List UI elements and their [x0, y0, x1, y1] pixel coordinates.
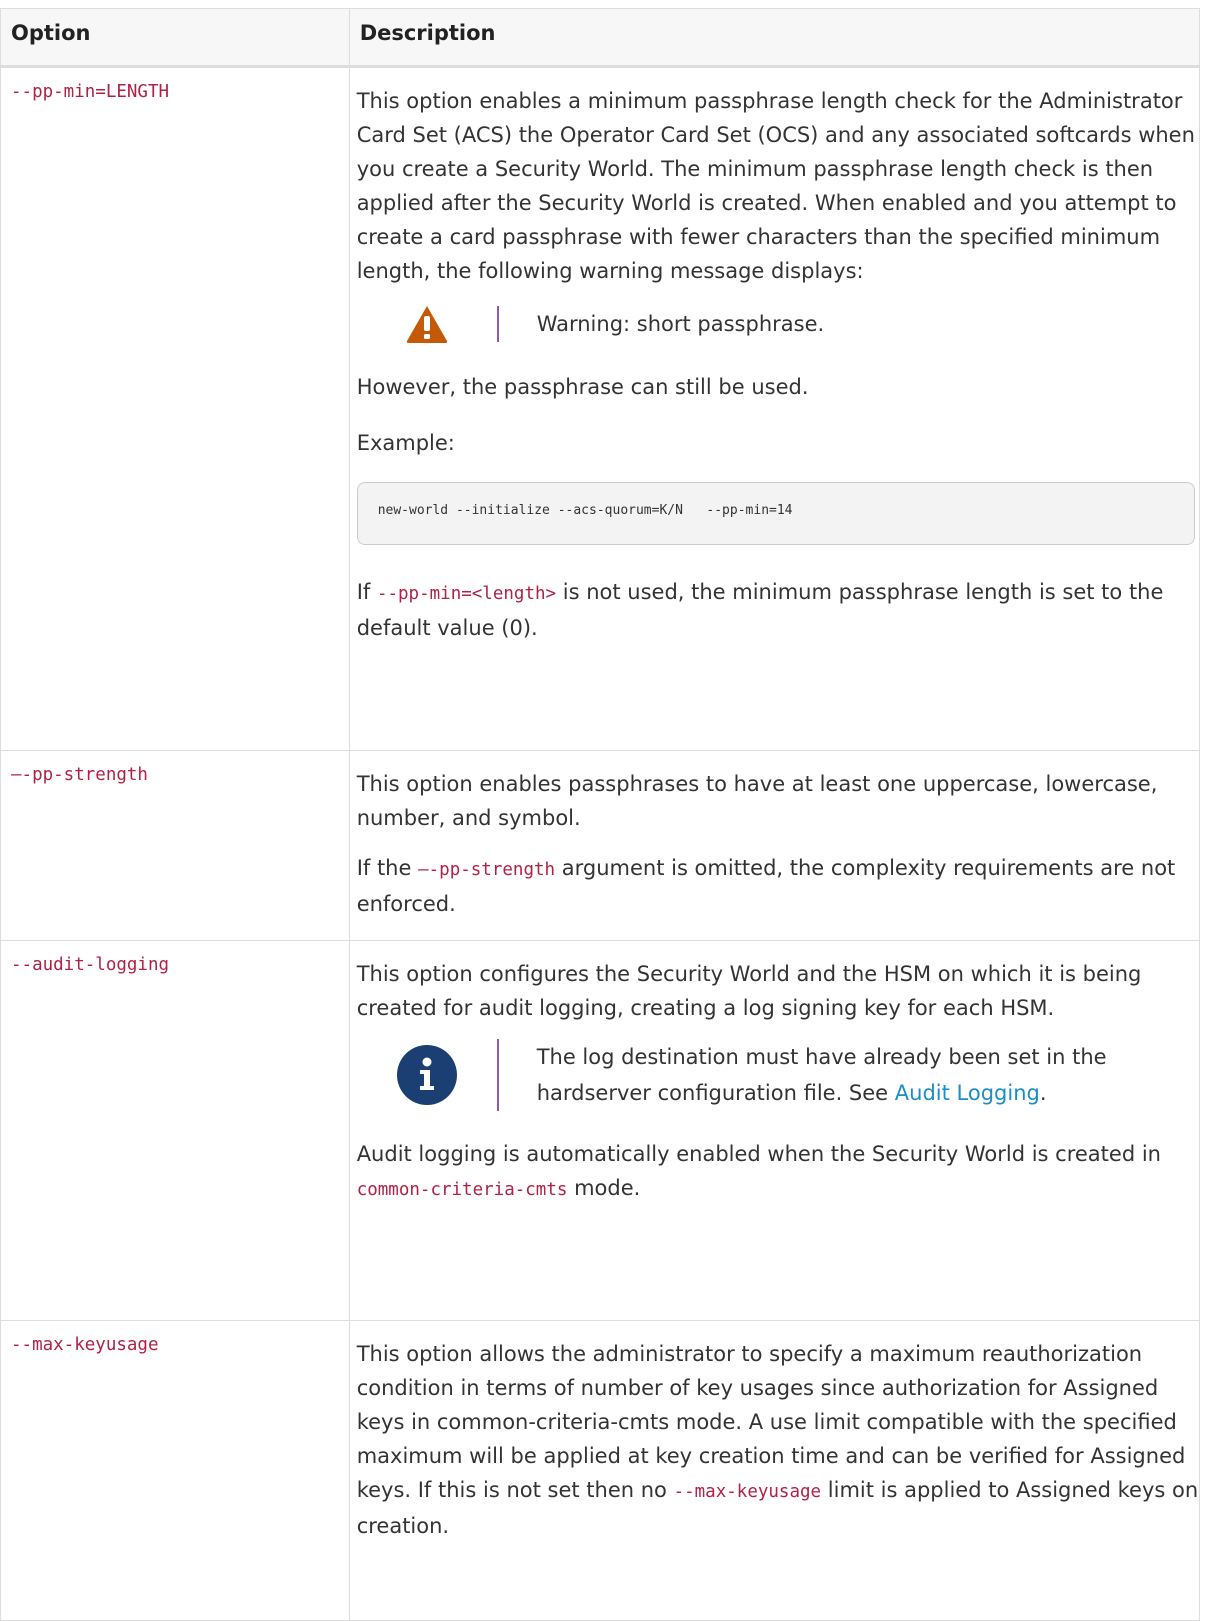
info-circle-icon — [396, 1045, 457, 1105]
option-cell: —-pp-strength — [0, 750, 350, 941]
text: If the — [356, 856, 419, 880]
description-paragraph: If the —-pp-strength argument is omitted… — [357, 851, 1199, 921]
table-row: --audit-logging This option configures t… — [0, 940, 1201, 1321]
text: mode. — [567, 1176, 641, 1200]
option-name: --pp-min=LENGTH — [11, 82, 170, 102]
description-paragraph: This option allows the administrator to … — [357, 1337, 1199, 1543]
code-example: new-world --initialize --acs-quorum=K/N … — [356, 482, 1195, 545]
note-admonition: The log destination must have already be… — [357, 1039, 1199, 1111]
inline-code: --pp-min=<length> — [376, 584, 557, 604]
description-cell: This option enables passphrases to have … — [348, 750, 1201, 941]
table-header-row: Option Description — [0, 8, 1201, 68]
warning-text: Warning: short passphrase. — [496, 306, 824, 342]
inline-code: common-criteria-cmts — [356, 1180, 568, 1200]
column-header-description: Description — [348, 8, 1201, 68]
option-name: —-pp-strength — [11, 765, 148, 785]
inline-code: —-pp-strength — [418, 860, 556, 880]
option-cell: --pp-min=LENGTH — [0, 66, 350, 751]
description-cell: This option configures the Security Worl… — [348, 940, 1201, 1321]
description-paragraph: If --pp-min=<length> is not used, the mi… — [357, 575, 1199, 645]
description-paragraph: However, the passphrase can still be use… — [356, 375, 809, 399]
table-row: --max-keyusage This option allows the ad… — [0, 1320, 1201, 1621]
warning-triangle-icon — [406, 306, 447, 343]
description-paragraph: This option enables a minimum passphrase… — [356, 89, 1195, 283]
option-name: --audit-logging — [11, 955, 170, 975]
option-cell: --max-keyusage — [0, 1320, 350, 1621]
text: If — [356, 580, 377, 604]
description-paragraph: This option configures the Security Worl… — [356, 962, 1142, 1020]
inline-code: --max-keyusage — [673, 1482, 822, 1502]
description-paragraph: Example: — [356, 431, 455, 455]
option-cell: --audit-logging — [0, 940, 350, 1321]
description-cell: This option enables a minimum passphrase… — [348, 66, 1201, 751]
description-cell: This option allows the administrator to … — [348, 1320, 1201, 1621]
text: Audit logging is automatically enabled w… — [356, 1142, 1161, 1166]
text: . — [1039, 1081, 1047, 1105]
description-paragraph: Audit logging is automatically enabled w… — [357, 1137, 1199, 1207]
option-name: --max-keyusage — [11, 1335, 159, 1355]
warning-admonition: Warning: short passphrase. — [357, 304, 1199, 344]
table-row: --pp-min=LENGTH This option enables a mi… — [0, 66, 1201, 751]
options-table: Option Description --pp-min=LENGTH This … — [0, 8, 1201, 1621]
table-row: —-pp-strength This option enables passph… — [0, 750, 1201, 941]
audit-logging-link[interactable]: Audit Logging — [895, 1081, 1040, 1105]
description-paragraph: This option enables passphrases to have … — [356, 772, 1158, 830]
note-text: The log destination must have already be… — [496, 1039, 1199, 1111]
column-header-option: Option — [0, 8, 350, 68]
